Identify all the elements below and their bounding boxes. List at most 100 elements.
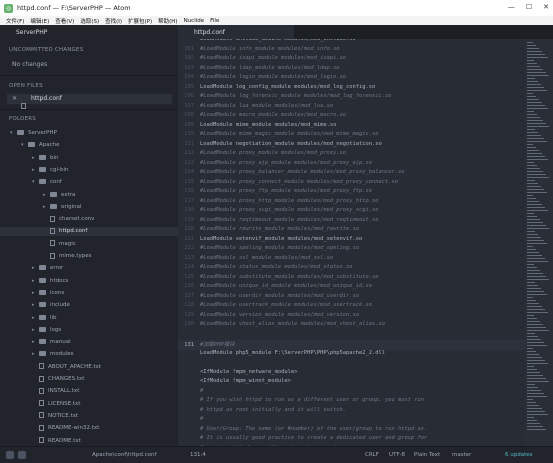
tree-file[interactable]: magic — [0, 240, 178, 249]
menu-help[interactable]: 帮助(H) — [158, 17, 177, 25]
close-file-icon[interactable]: ✕ — [12, 95, 17, 102]
chevron-right-icon[interactable]: ▸ — [43, 203, 50, 212]
menu-view[interactable]: 查看(V) — [55, 17, 74, 25]
tree-file[interactable]: CHANGES.txt — [0, 375, 178, 384]
chevron-right-icon[interactable]: ▸ — [32, 154, 39, 163]
tree-file[interactable]: ABOUT_APACHE.txt — [0, 363, 178, 372]
tree-folder[interactable]: ▸ extra — [0, 191, 178, 200]
chevron-right-icon[interactable]: ▸ — [32, 277, 39, 286]
code-line[interactable]: # httpd as root initially and it will sw… — [178, 407, 525, 417]
menu-find[interactable]: 查找(I) — [105, 17, 122, 25]
tree-file[interactable]: NOTICE.txt — [0, 412, 178, 421]
chevron-right-icon[interactable]: ▸ — [32, 289, 39, 298]
chevron-right-icon[interactable]: ▸ — [32, 166, 39, 175]
open-files-title[interactable]: OPEN FILES — [9, 83, 43, 89]
tab-httpd-conf[interactable]: httpd.conf — [178, 25, 294, 39]
code-line[interactable]: 127 #LoadModule userdir_module modules/mo… — [178, 293, 525, 303]
code-line[interactable]: 128 #LoadModule usertrack_module modules/… — [178, 302, 525, 312]
menu-file[interactable]: 文件(F) — [6, 17, 24, 25]
tree-file[interactable]: README-win32.txt — [0, 424, 178, 433]
tree-file[interactable]: INSTALL.txt — [0, 387, 178, 396]
code-line[interactable]: 119 #LoadModule reqtimeout_module modules… — [178, 217, 525, 227]
tree-folder[interactable]: ▸ icons — [0, 289, 178, 298]
code-line[interactable]: 101 #LoadModule info_module modules/mod_i… — [178, 46, 525, 56]
tree-file[interactable]: LICENSE.txt — [0, 400, 178, 409]
code-line[interactable]: 123 #LoadModule ssl_module modules/mod_ss… — [178, 255, 525, 265]
menu-nuclide[interactable]: Nuclide — [184, 18, 205, 24]
status-branch[interactable]: master — [452, 452, 471, 458]
code-line[interactable]: 116 #LoadModule proxy_ftp_module modules/… — [178, 188, 525, 198]
code-line[interactable]: 115 #LoadModule proxy_connect_module modu… — [178, 179, 525, 189]
tree-folder[interactable]: ▾ ServerPHP — [0, 129, 178, 138]
code-line[interactable]: 104 #LoadModule logio_module modules/mod_… — [178, 74, 525, 84]
code-line[interactable]: 111 LoadModule negotiation_module modules… — [178, 141, 525, 151]
minimap[interactable] — [525, 39, 553, 446]
code-line[interactable]: 109 LoadModule mime_module modules/mod_mi… — [178, 122, 525, 132]
code-line[interactable]: 106 #LoadModule log_forensic_module modul… — [178, 93, 525, 103]
code-line[interactable] — [178, 359, 525, 369]
code-line[interactable]: 122 #LoadModule speling_module modules/mo… — [178, 245, 525, 255]
code-line[interactable]: 120 #LoadModule rewrite_module modules/mo… — [178, 226, 525, 236]
tree-file[interactable]: README.txt — [0, 437, 178, 446]
tree-folder[interactable]: ▸ manual — [0, 338, 178, 347]
status-updates[interactable]: 6 updates — [505, 452, 533, 458]
tree-toggle-icon[interactable] — [6, 451, 14, 459]
tree-file[interactable]: charset.conv — [0, 215, 178, 224]
code-line[interactable]: 117 #LoadModule proxy_http_module modules… — [178, 198, 525, 208]
tree-folder[interactable]: ▾ Apache — [0, 141, 178, 150]
status-grammar[interactable]: Plain Text — [414, 452, 440, 458]
chevron-down-icon[interactable]: ▾ — [21, 141, 28, 150]
code-line[interactable]: 107 #LoadModule lua_module modules/mod_lu… — [178, 103, 525, 113]
code-line[interactable]: 112 #LoadModule proxy_module modules/mod_… — [178, 150, 525, 160]
code-line[interactable]: 131 #加载PHP模块 — [178, 340, 525, 350]
tree-folder[interactable]: ▾ conf — [0, 178, 178, 187]
chevron-right-icon[interactable]: ▸ — [32, 350, 39, 359]
code-line[interactable]: # User/Group: The name (or #number) of t… — [178, 426, 525, 436]
code-line[interactable]: # If you wish httpd to run as a differen… — [178, 397, 525, 407]
menu-packages[interactable]: 扩展包(P) — [128, 17, 152, 25]
tree-folder[interactable]: ▸ lib — [0, 314, 178, 323]
code-line[interactable] — [178, 331, 525, 341]
tree-folder[interactable]: ▸ modules — [0, 350, 178, 359]
tab-serverphp[interactable]: ServerPHP — [0, 25, 194, 39]
chevron-right-icon[interactable]: ▸ — [32, 301, 39, 310]
notifications-icon[interactable] — [18, 451, 26, 459]
chevron-right-icon[interactable]: ▸ — [32, 314, 39, 323]
status-line-ending[interactable]: CRLF — [365, 452, 379, 458]
code-line[interactable]: 103 #LoadModule ldap_module modules/mod_l… — [178, 65, 525, 75]
code-line[interactable]: 102 #LoadModule isapi_module modules/mod_… — [178, 55, 525, 65]
chevron-right-icon[interactable]: ▸ — [43, 191, 50, 200]
tree-folder[interactable]: ▸ error — [0, 264, 178, 273]
chevron-down-icon[interactable]: ▾ — [10, 129, 17, 138]
code-line[interactable]: 125 #LoadModule substitute_module modules… — [178, 274, 525, 284]
tree-folder[interactable]: ▸ original — [0, 203, 178, 212]
menu-edit[interactable]: 编辑(E) — [30, 17, 49, 25]
code-line[interactable]: 124 #LoadModule status_module modules/mod… — [178, 264, 525, 274]
code-line[interactable]: 105 LoadModule log_config_module modules/… — [178, 84, 525, 94]
code-line[interactable]: 118 #LoadModule proxy_scgi_module modules… — [178, 207, 525, 217]
code-line[interactable]: 108 #LoadModule macro_module modules/mod_… — [178, 112, 525, 122]
tree-folder[interactable]: ▸ cgi-bin — [0, 166, 178, 175]
chevron-down-icon[interactable]: ▾ — [32, 178, 39, 187]
code-line[interactable]: <IfModule !mpm_netware_module> — [178, 369, 525, 379]
tree-folder[interactable]: ▸ include — [0, 301, 178, 310]
chevron-right-icon[interactable]: ▸ — [32, 326, 39, 335]
folders-title[interactable]: FOLDERS — [9, 116, 36, 122]
code-line[interactable]: # — [178, 416, 525, 426]
chevron-right-icon[interactable]: ▸ — [32, 264, 39, 273]
code-line[interactable]: 130 #LoadModule vhost_alias_module module… — [178, 321, 525, 331]
menu-selection[interactable]: 选取(S) — [80, 17, 99, 25]
minimize-icon[interactable]: — — [508, 3, 515, 11]
code-line[interactable]: 126 #LoadModule unique_id_module modules/… — [178, 283, 525, 293]
code-line[interactable]: 121 LoadModule setenvif_module modules/mo… — [178, 236, 525, 246]
code-line[interactable]: LoadModule php5_module F:\ServerPHP\PHP\… — [178, 350, 525, 360]
tree-folder[interactable]: ▸ htdocs — [0, 277, 178, 286]
status-cursor-position[interactable]: 131:4 — [190, 452, 206, 458]
code-line[interactable]: 110 #LoadModule mime_magic_module modules… — [178, 131, 525, 141]
tree-file[interactable]: httpd.conf — [0, 227, 178, 237]
code-line[interactable]: # — [178, 388, 525, 398]
code-line[interactable]: 129 #LoadModule version_module modules/mo… — [178, 312, 525, 322]
tree-folder[interactable]: ▸ logs — [0, 326, 178, 335]
code-line[interactable]: 114 #LoadModule proxy_balancer_module mod… — [178, 169, 525, 179]
close-icon[interactable]: ✕ — [543, 3, 549, 11]
